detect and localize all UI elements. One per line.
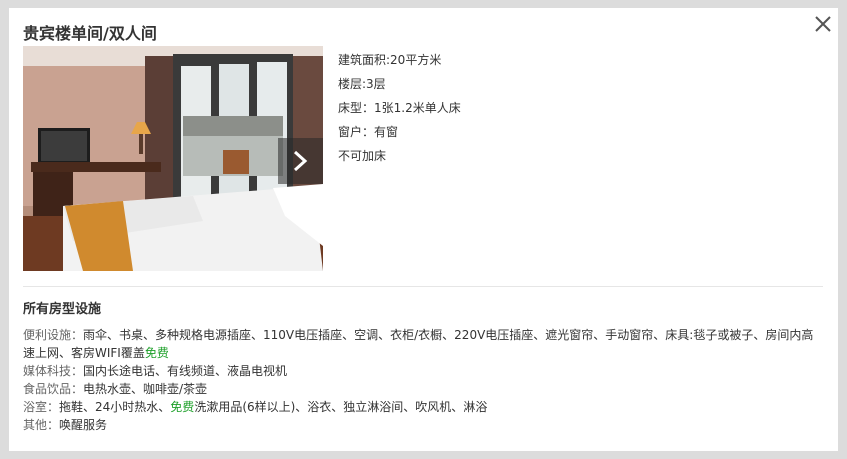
room-window: 窗户：有窗 [338,125,399,139]
room-info: 建筑面积:20平方米 楼层:3层 床型：1张1.2米单人床 窗户：有窗 不可加床 [338,50,461,170]
chevron-right-icon [293,150,308,172]
close-button[interactable] [811,12,835,36]
facility-label: 浴室： [23,400,60,414]
facility-label: 媒体科技： [23,364,84,378]
facility-label: 食品饮品： [23,382,84,396]
room-area: 建筑面积:20平方米 [338,53,442,67]
next-photo-button[interactable] [278,138,323,184]
free-badge: 免费 [170,400,195,414]
facility-row-media: 媒体科技：国内长途电话、有线频道、液晶电视机 [23,362,823,380]
free-badge: 免费 [144,346,169,360]
facility-label: 其他： [23,418,60,432]
facility-row-convenience: 便利设施：雨伞、书桌、多种规格电源插座、110V电压插座、空调、衣柜/衣橱、22… [23,326,823,362]
room-extra-bed: 不可加床 [338,149,387,163]
facilities-list: 便利设施：雨伞、书桌、多种规格电源插座、110V电压插座、空调、衣柜/衣橱、22… [23,326,823,434]
facility-row-bath: 浴室：拖鞋、24小时热水、免费洗漱用品(6样以上)、浴衣、独立淋浴间、吹风机、淋… [23,398,823,416]
facility-text: 拖鞋、24小时热水、 [59,400,171,414]
facility-text: 唤醒服务 [59,418,108,432]
room-detail-dialog: 贵宾楼单间/双人间 建筑面积:20平方米 楼层:3层 床型：1张1.2米单人床 … [9,8,838,451]
facility-text: 洗漱用品(6样以上)、浴衣、独立淋浴间、吹风机、淋浴 [194,400,488,414]
section-divider [23,286,823,287]
room-floor: 楼层:3层 [338,77,386,91]
facilities-heading: 所有房型设施 [23,302,102,317]
close-icon [815,16,831,32]
facility-text: 雨伞、书桌、多种规格电源插座、110V电压插座、空调、衣柜/衣橱、220V电压插… [23,328,814,360]
dialog-title: 贵宾楼单间/双人间 [23,24,157,43]
facility-row-other: 其他：唤醒服务 [23,416,823,434]
facility-text: 国内长途电话、有线频道、液晶电视机 [83,364,288,378]
room-photo [23,46,323,271]
facility-label: 便利设施： [23,328,84,342]
room-bed-type: 床型：1张1.2米单人床 [338,101,461,115]
facility-row-food: 食品饮品：电热水壶、咖啡壶/茶壶 [23,380,823,398]
facility-text: 电热水壶、咖啡壶/茶壶 [83,382,208,396]
